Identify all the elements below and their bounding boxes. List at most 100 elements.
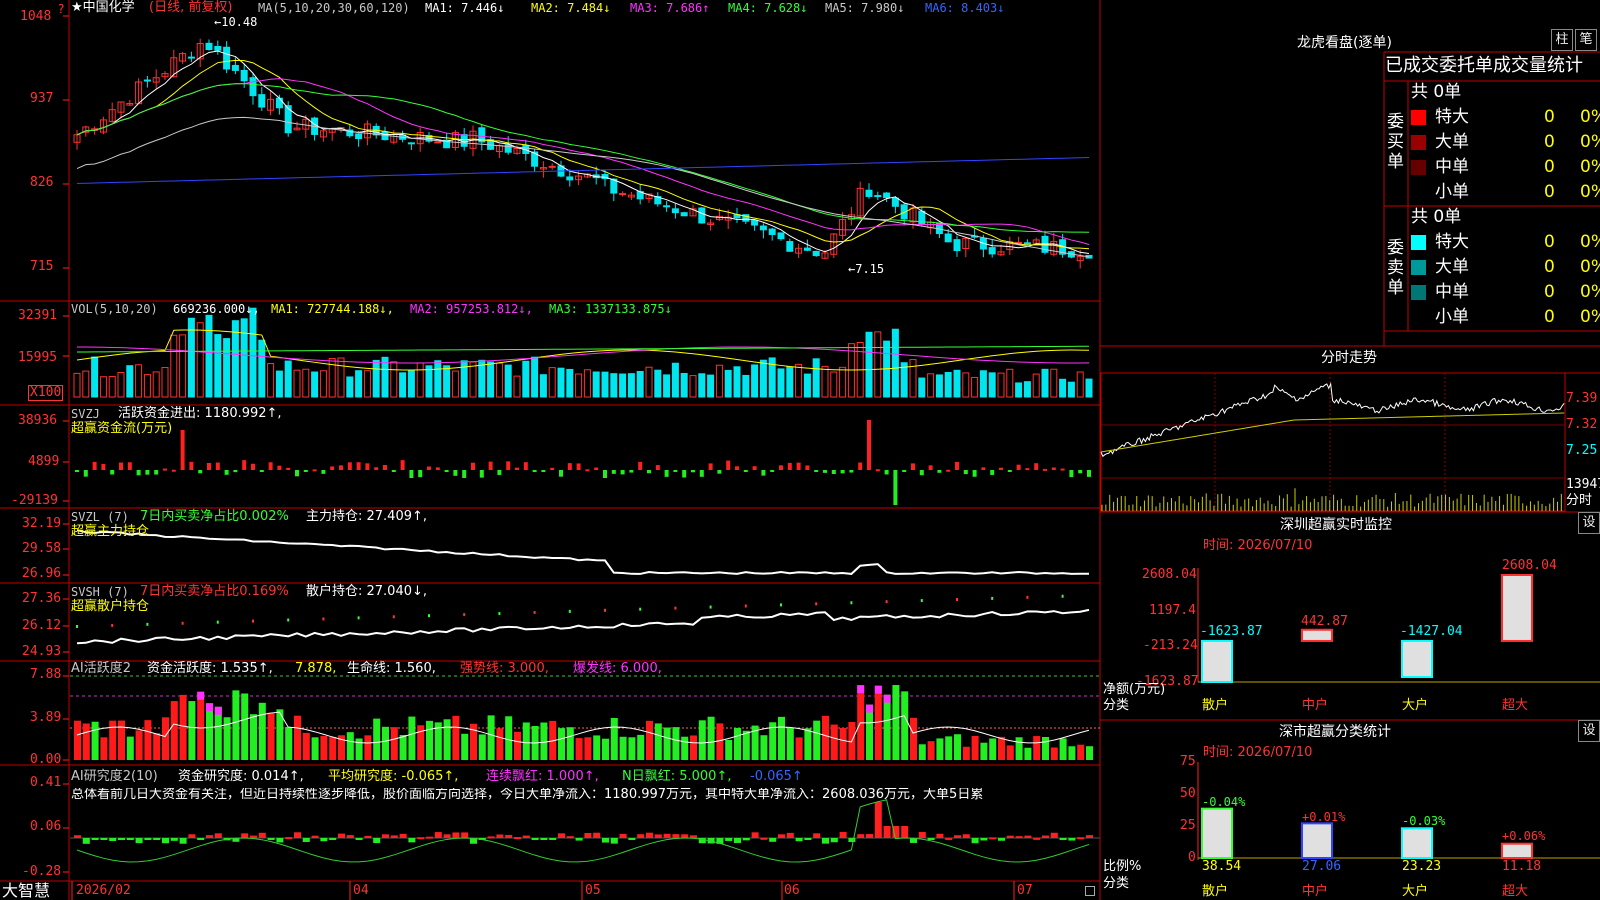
y-tick: 27.36 bbox=[22, 591, 62, 606]
activity-bar bbox=[1059, 738, 1067, 760]
research-bar bbox=[558, 833, 565, 838]
sz-monitor-settings-button[interactable]: 设 bbox=[1578, 512, 1600, 534]
holding-dot bbox=[991, 596, 994, 600]
category-label: 散户 bbox=[1202, 698, 1229, 713]
research-bar bbox=[329, 838, 337, 840]
flow-bar bbox=[127, 462, 132, 470]
row-n: 0 bbox=[1544, 232, 1555, 252]
activity-bar bbox=[258, 702, 266, 760]
activity-bar bbox=[478, 734, 486, 760]
bar-mode-button[interactable]: 柱 bbox=[1551, 29, 1573, 51]
flow-bar bbox=[110, 470, 115, 475]
research-bar bbox=[830, 838, 838, 843]
research-bar bbox=[496, 834, 504, 838]
holding-line bbox=[76, 529, 1090, 575]
volume-bar bbox=[619, 373, 627, 398]
activity-bar bbox=[786, 727, 794, 760]
y-tick: 1048 bbox=[20, 9, 52, 24]
flow-bar bbox=[268, 462, 273, 470]
flow-bar bbox=[259, 470, 264, 472]
category-label: 超大 bbox=[1502, 698, 1529, 713]
research-bar bbox=[901, 826, 909, 838]
research-bar bbox=[267, 838, 275, 840]
flow-bar bbox=[1016, 464, 1021, 470]
volume-bar bbox=[170, 334, 178, 398]
activity-bar bbox=[822, 715, 829, 760]
holding-dot bbox=[357, 616, 360, 620]
activity-bar bbox=[311, 737, 319, 760]
net-amount-bar bbox=[1401, 639, 1433, 679]
research-bar bbox=[795, 838, 803, 842]
tick-mode-button[interactable]: 笔 bbox=[1575, 29, 1597, 51]
y-tick: 3.89 bbox=[30, 710, 62, 725]
research-bar bbox=[170, 838, 178, 841]
candle bbox=[751, 219, 759, 226]
lock-icon[interactable] bbox=[1085, 886, 1095, 896]
volume-bar bbox=[443, 365, 451, 398]
volume-bar bbox=[1076, 371, 1084, 398]
flow-bar bbox=[75, 470, 79, 473]
flow-bar bbox=[699, 470, 704, 477]
row-name: 小单 bbox=[1435, 307, 1469, 327]
volume-bar bbox=[319, 370, 327, 398]
activity-bar bbox=[426, 720, 433, 760]
bar-value-label: -1427.04 bbox=[1400, 624, 1463, 639]
high-note: ←10.48 bbox=[214, 15, 258, 29]
activity-bar bbox=[144, 720, 152, 760]
research-bar bbox=[1015, 836, 1023, 839]
volume-bar bbox=[812, 358, 820, 398]
flow-bar bbox=[1043, 468, 1047, 471]
research-bar bbox=[118, 838, 125, 840]
research-bar bbox=[584, 832, 592, 838]
legend-swatch bbox=[1411, 260, 1426, 275]
legend-swatch bbox=[1411, 235, 1426, 250]
flow-bar bbox=[655, 465, 660, 470]
activity-bar bbox=[602, 738, 609, 760]
y-tick: 715 bbox=[30, 259, 54, 274]
intraday-price: 7.25 bbox=[1566, 443, 1598, 458]
research-bar bbox=[954, 835, 961, 838]
sz-class-settings-button[interactable]: 设 bbox=[1578, 720, 1600, 742]
period-label[interactable]: (日线, 前复权) bbox=[149, 1, 232, 15]
legend-swatch bbox=[1411, 285, 1426, 300]
stock-chart[interactable] bbox=[0, 0, 1600, 900]
row-pct: 0% bbox=[1580, 107, 1600, 127]
research-bar bbox=[346, 835, 354, 838]
volume-bar bbox=[416, 362, 424, 398]
volume-bar bbox=[1015, 382, 1023, 398]
date-tick: 04 bbox=[353, 883, 369, 898]
activity-bar bbox=[170, 701, 178, 760]
research-bar bbox=[373, 838, 381, 843]
activity-bar bbox=[866, 704, 873, 760]
volume-bar bbox=[223, 338, 231, 398]
flow-bar bbox=[743, 470, 748, 472]
research-bar bbox=[364, 835, 372, 838]
volume-bar bbox=[909, 359, 917, 398]
sz-monitor-time: 时间: 2026/07/10 bbox=[1203, 538, 1313, 553]
flow-bar bbox=[444, 470, 449, 472]
flow-bar bbox=[453, 470, 458, 476]
activity-bar bbox=[690, 735, 697, 760]
activity-bar bbox=[329, 737, 337, 760]
activity-bar bbox=[487, 715, 495, 760]
activity-bar bbox=[593, 735, 601, 760]
candle bbox=[671, 208, 679, 214]
low-note: ←7.15 bbox=[848, 262, 885, 276]
candle bbox=[143, 79, 151, 82]
activity-bar bbox=[109, 720, 117, 760]
vol-unit-button[interactable]: X100 bbox=[28, 385, 64, 401]
activity-peak bbox=[857, 685, 865, 694]
y-tick: 1197.4 bbox=[1149, 603, 1196, 618]
flow-bar bbox=[347, 462, 352, 470]
holding-dot bbox=[1026, 595, 1029, 599]
activity-bar bbox=[795, 737, 803, 760]
row-pct: 0% bbox=[1580, 157, 1600, 177]
help-icon[interactable]: ? bbox=[58, 2, 64, 16]
volume-bar bbox=[927, 373, 935, 398]
flow-bar bbox=[691, 470, 695, 473]
date-tick: 06 bbox=[784, 883, 800, 898]
volume-bar bbox=[73, 372, 81, 398]
activity-bar bbox=[628, 737, 636, 760]
activity-bar bbox=[118, 720, 125, 760]
activity-bar bbox=[390, 727, 398, 760]
